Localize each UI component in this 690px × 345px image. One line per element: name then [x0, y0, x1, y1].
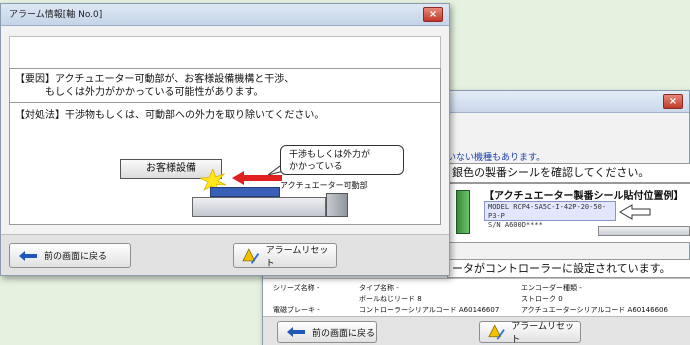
- actuator-image-small: [598, 226, 690, 236]
- warning-reset-icon: [242, 247, 260, 264]
- controller-module-image: [456, 190, 470, 234]
- model-note: いない機種もあります。: [447, 153, 546, 163]
- actuator-moving-part-label: アクチュエーター可動部: [280, 181, 368, 190]
- cause-line-2: もしくは外力がかかっている可能性があります。: [45, 87, 264, 98]
- actuator-body: [192, 197, 326, 217]
- alarm-reset-button-label: アラームリセット: [265, 245, 329, 269]
- info-controller-serial: コントローラーシリアルコード A60146607: [359, 306, 500, 314]
- seal-position-figure: 【アクチュエーター製番シール貼付位置例】 MODEL RCP4-SA5C-I-4…: [447, 183, 690, 243]
- alarm-header-area: [9, 36, 441, 72]
- serial-seal: MODEL RCP4-SA5C-I-42P-20-50-P3-P S/N A60…: [484, 201, 616, 229]
- alarm-window-title: アラーム情報[軸 No.0]: [9, 10, 103, 20]
- back-window-footer: 前の画面に戻る アラームリセット: [263, 316, 690, 345]
- alarm-window-close-button[interactable]: ×: [423, 7, 443, 22]
- back-button-label: 前の画面に戻る: [312, 328, 376, 339]
- interference-callout: 干渉もしくは外力が かかっている: [280, 145, 404, 175]
- info-brake: 電磁ブレーキ -: [273, 306, 320, 314]
- alarm-reset-button[interactable]: アラームリセット: [233, 243, 337, 269]
- info-stroke: ストローク 0: [521, 295, 563, 303]
- actuator-info-panel: シリーズ名称 - タイプ名称 - エンコーダー種類 - ボールねじリード 8 ス…: [263, 278, 690, 316]
- serial-number-line: S/N A600D****: [488, 221, 543, 229]
- back-arrow-icon: [19, 250, 37, 261]
- warning-reset-icon: [488, 324, 505, 340]
- info-encoder: エンコーダー種類 -: [521, 284, 582, 292]
- alarm-window-titlebar[interactable]: アラーム情報[軸 No.0] ×: [1, 4, 449, 26]
- alarm-info-window: アラーム情報[軸 No.0] × 【要因】アクチュエーター可動部が、お客様設備機…: [0, 3, 450, 276]
- info-lead: ボールねじリード 8: [359, 295, 422, 303]
- cause-panel: 【要因】アクチュエーター可動部が、お客様設備機構と干渉、 もしくは外力がかかって…: [9, 68, 441, 103]
- actuator-slider: [210, 187, 280, 197]
- info-series: シリーズ名称 -: [273, 284, 320, 292]
- serial-model-line: MODEL RCP4-SA5C-I-42P-20-50-P3-P: [488, 203, 607, 220]
- remedy-text: 【対処法】干渉物もしくは、可動部への外力を取り除いてください。: [15, 110, 325, 121]
- callout-line-2: かかっている: [289, 162, 343, 172]
- pointer-arrow-icon: [619, 204, 651, 220]
- info-type: タイプ名称 -: [359, 284, 399, 292]
- back-window-back-button[interactable]: 前の画面に戻る: [277, 321, 377, 343]
- figure-title: 【アクチュエーター製番シール貼付位置例】: [484, 191, 684, 202]
- remedy-panel: 【対処法】干渉物もしくは、可動部への外力を取り除いてください。 お客様設備 干渉…: [9, 103, 441, 225]
- alarm-back-button[interactable]: 前の画面に戻る: [9, 243, 131, 268]
- alarm-back-button-label: 前の画面に戻る: [44, 252, 108, 262]
- cause-line-1: 【要因】アクチュエーター可動部が、お客様設備機構と干渉、: [15, 74, 295, 85]
- callout-line-1: 干渉もしくは外力が: [289, 150, 371, 160]
- info-actuator-serial: アクチュエーターシリアルコード A60146606: [521, 306, 668, 314]
- alarm-window-footer: 前の画面に戻る アラームリセット: [1, 234, 449, 275]
- back-window-close-button[interactable]: ×: [663, 94, 683, 109]
- back-arrow-icon: [287, 327, 305, 337]
- confirm-seal-text: 銀色の製番シールを確認してください。: [447, 163, 690, 183]
- controller-data-text: ータがコントローラーに設定されています。: [447, 259, 690, 278]
- actuator-motor: [326, 193, 348, 217]
- reset-button-label: アラームリセット: [511, 322, 574, 345]
- back-window-reset-button[interactable]: アラームリセット: [479, 321, 581, 345]
